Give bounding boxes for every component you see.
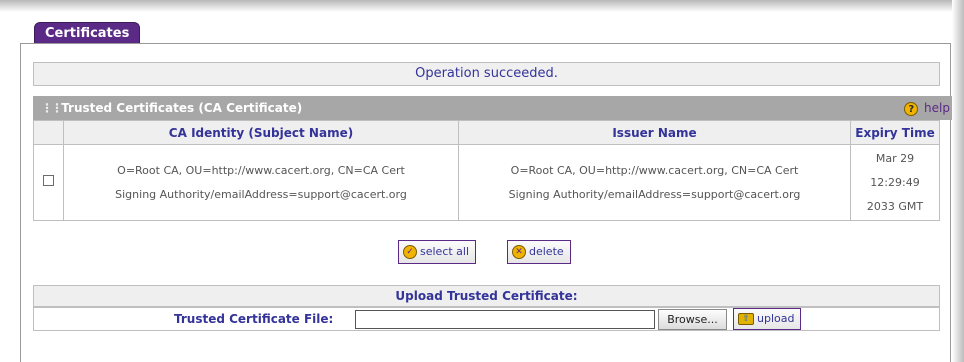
select-all-label: select all (420, 245, 470, 258)
check-circle-icon: ✓ (403, 245, 417, 259)
delete-label: delete (529, 245, 564, 258)
status-message: Operation succeeded. (33, 62, 940, 86)
expiry-line: 2033 GMT (866, 199, 924, 213)
x-circle-icon: ✕ (512, 245, 526, 259)
tab-certificates[interactable]: Certificates (34, 22, 141, 44)
delete-button[interactable]: ✕ delete (507, 240, 571, 264)
section-header: ⋮⋮ Trusted Certificates (CA Certificate)… (33, 96, 952, 120)
help-label: help (924, 101, 950, 115)
window-right-shadow (952, 0, 964, 362)
ca-identity-line: O=Root CA, OU=http://www.cacert.org, CN=… (117, 163, 405, 177)
trusted-certificates-table: CA Identity (Subject Name) Issuer Name E… (33, 120, 940, 221)
column-header-issuer: Issuer Name (458, 120, 851, 145)
ca-identity-line: Signing Authority/emailAddress=support@c… (115, 187, 407, 201)
expiry-line: Mar 29 (875, 151, 915, 165)
select-all-button[interactable]: ✓ select all (398, 240, 477, 264)
browse-button[interactable]: Browse... (658, 309, 727, 330)
row-checkbox[interactable] (43, 174, 54, 186)
upload-label: upload (757, 312, 795, 325)
upload-button[interactable]: ⇧ upload (733, 308, 802, 330)
expiry-line: 12:29:49 (870, 175, 920, 189)
certificates-panel: Operation succeeded. ⋮⋮ Trusted Certific… (20, 43, 952, 362)
help-icon: ? (904, 101, 919, 116)
upload-section-title: Upload Trusted Certificate: (33, 285, 940, 307)
row-select-cell (33, 144, 64, 221)
table-header-row: CA Identity (Subject Name) Issuer Name E… (33, 120, 940, 145)
help-link[interactable]: ? help (904, 96, 950, 120)
column-header-select (33, 120, 64, 145)
certificate-file-label: Trusted Certificate File: (174, 312, 334, 326)
grip-icon: ⋮⋮ (41, 101, 63, 115)
upload-folder-icon: ⇧ (738, 313, 754, 325)
column-header-expiry: Expiry Time (850, 120, 940, 145)
certificate-file-input[interactable] (355, 310, 655, 329)
issuer-name-cell: O=Root CA, OU=http://www.cacert.org, CN=… (458, 144, 851, 221)
window-top-shadow (0, 0, 964, 12)
upload-row: Trusted Certificate File: Browse... ⇧ upl… (33, 307, 940, 331)
section-title: Trusted Certificates (CA Certificate) (61, 101, 303, 115)
expiry-time-cell: Mar 29 12:29:49 2033 GMT (850, 144, 940, 221)
column-header-ca-identity: CA Identity (Subject Name) (63, 120, 459, 145)
issuer-name-line: O=Root CA, OU=http://www.cacert.org, CN=… (510, 163, 799, 177)
table-row: O=Root CA, OU=http://www.cacert.org, CN=… (33, 144, 940, 221)
issuer-name-line: Signing Authority/emailAddress=support@c… (508, 187, 801, 201)
ca-identity-cell: O=Root CA, OU=http://www.cacert.org, CN=… (63, 144, 459, 221)
